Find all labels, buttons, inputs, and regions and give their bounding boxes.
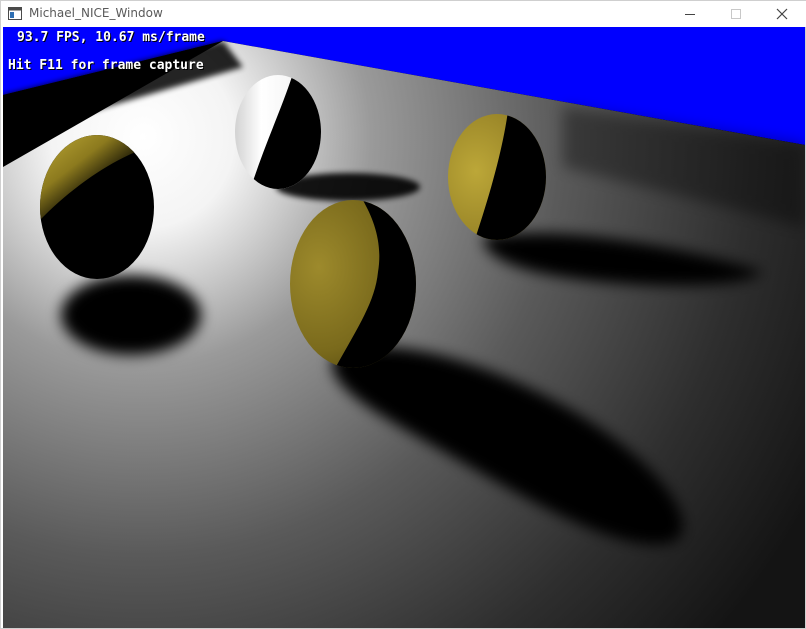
window-app-icon xyxy=(8,7,22,20)
shadow-left xyxy=(61,275,201,355)
app-window: Michael_NICE_Window 93.7 FPS, 10.67 ms/f… xyxy=(0,0,806,629)
window-title: Michael_NICE_Window xyxy=(29,6,163,20)
fps-readout: 93.7 FPS, 10.67 ms/frame xyxy=(17,30,205,45)
maximize-button[interactable] xyxy=(713,1,759,27)
scene-canvas xyxy=(3,27,805,628)
maximize-icon xyxy=(731,9,741,19)
title-bar[interactable]: Michael_NICE_Window xyxy=(1,1,806,27)
close-icon xyxy=(776,8,788,20)
render-viewport[interactable]: 93.7 FPS, 10.67 ms/frame Hit F11 for fra… xyxy=(3,27,805,628)
frame-capture-hint: Hit F11 for frame capture xyxy=(8,58,204,73)
minimize-button[interactable] xyxy=(667,1,713,27)
close-button[interactable] xyxy=(759,1,805,27)
minimize-icon xyxy=(685,14,695,15)
